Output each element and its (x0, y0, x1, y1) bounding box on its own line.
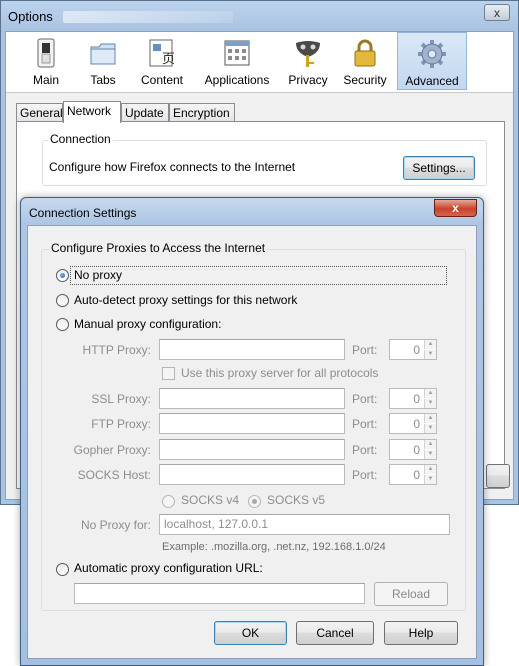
socks-v5-radio[interactable] (248, 495, 261, 508)
tab-update[interactable]: Update (121, 103, 169, 122)
connection-group: Connection Configure how Firefox connect… (42, 132, 487, 186)
connection-legend: Connection (48, 132, 113, 146)
spin-down-icon[interactable]: ▼ (424, 399, 436, 408)
toolbar-applications[interactable]: Applications (198, 32, 276, 90)
no-proxy-example: Example: .mozilla.org, .net.nz, 192.168.… (162, 541, 386, 553)
dialog-close-button[interactable]: x (434, 199, 477, 217)
settings-button[interactable]: Settings... (403, 156, 475, 180)
auto-config-url-radio[interactable] (56, 563, 69, 576)
socks-host-input[interactable] (159, 464, 345, 485)
socks-v4-radio[interactable] (162, 495, 175, 508)
help-button[interactable]: Help (384, 621, 458, 645)
no-proxy-radio[interactable] (56, 269, 69, 282)
mask-key-icon (296, 41, 320, 67)
hidden-panel-button[interactable] (486, 464, 510, 488)
toolbar-content-label: Content (140, 73, 184, 87)
toolbar-applications-label: Applications (204, 73, 270, 87)
padlock-icon (354, 39, 376, 67)
spin-up-icon[interactable]: ▲ (424, 340, 436, 349)
ok-button[interactable]: OK (214, 621, 287, 645)
spin-up-icon[interactable]: ▲ (424, 440, 436, 449)
http-port-value: 0 (413, 343, 420, 357)
auto-detect-radio[interactable] (56, 294, 69, 307)
toolbar-privacy-label: Privacy (288, 73, 328, 87)
auto-detect-label[interactable]: Auto-detect proxy settings for this netw… (74, 293, 297, 307)
ftp-port-stepper[interactable]: 0 ▲ ▼ (389, 413, 437, 434)
spin-up-icon[interactable]: ▲ (424, 465, 436, 474)
gopher-port-label: Port: (352, 443, 378, 457)
focus-indicator (70, 266, 447, 285)
spin-down-icon[interactable]: ▼ (424, 475, 436, 484)
auto-config-url-label[interactable]: Automatic proxy configuration URL: (74, 561, 263, 575)
spin-down-icon[interactable]: ▼ (424, 450, 436, 459)
manual-proxy-radio[interactable] (56, 318, 69, 331)
options-toolbar: Main Tabs 页 Content Applications Privacy… (6, 32, 513, 93)
gopher-port-stepper[interactable]: 0 ▲ ▼ (389, 439, 437, 460)
ssl-port-stepper[interactable]: 0 ▲ ▼ (389, 388, 437, 409)
ssl-port-label: Port: (352, 392, 378, 406)
folder-tabs-icon (90, 43, 116, 65)
tab-encryption[interactable]: Encryption (169, 103, 235, 122)
toolbar-privacy[interactable]: Privacy (284, 32, 332, 90)
use-same-proxy-label[interactable]: Use this proxy server for all protocols (181, 366, 378, 380)
proxy-group-legend: Configure Proxies to Access the Internet (49, 241, 268, 255)
svg-text:页: 页 (162, 52, 175, 67)
proxy-config-group: Configure Proxies to Access the Internet… (41, 241, 466, 611)
toolbar-advanced[interactable]: Advanced (397, 32, 467, 90)
tab-network[interactable]: Network (63, 101, 121, 123)
ssl-port-value: 0 (413, 392, 420, 406)
socks-v5-label[interactable]: SOCKS v5 (267, 493, 325, 507)
http-proxy-input[interactable] (159, 339, 345, 360)
spin-up-icon[interactable]: ▲ (424, 389, 436, 398)
use-same-proxy-checkbox[interactable] (162, 367, 175, 380)
connection-settings-dialog: Connection Settings x Configure Proxies … (20, 197, 484, 666)
ssl-proxy-label: SSL Proxy: (91, 392, 151, 406)
spin-down-icon[interactable]: ▼ (424, 424, 436, 433)
reload-button[interactable]: Reload (374, 582, 448, 606)
dialog-title: Connection Settings (29, 206, 137, 220)
toolbar-advanced-label: Advanced (405, 74, 459, 88)
toolbar-security-label: Security (343, 73, 387, 87)
toolbar-tabs-label: Tabs (90, 73, 116, 87)
options-window-title: Options (8, 9, 53, 24)
applications-window-icon (224, 40, 250, 66)
gopher-port-value: 0 (413, 443, 420, 457)
title-url-blur (63, 11, 233, 23)
socks-port-label: Port: (352, 468, 378, 482)
spin-up-icon[interactable]: ▲ (424, 414, 436, 423)
toolbar-content[interactable]: 页 Content (136, 32, 188, 90)
ftp-port-value: 0 (413, 417, 420, 431)
no-proxy-for-input[interactable]: localhost, 127.0.0.1 (159, 514, 450, 535)
gopher-proxy-label: Gopher Proxy: (73, 443, 151, 457)
auto-config-url-input[interactable] (74, 583, 365, 604)
socks-host-label: SOCKS Host: (77, 468, 151, 482)
connection-description: Configure how Firefox connects to the In… (49, 160, 296, 174)
options-close-button[interactable]: x (484, 4, 510, 21)
socks-port-value: 0 (413, 468, 420, 482)
socks-port-stepper[interactable]: 0 ▲ ▼ (389, 464, 437, 485)
toolbar-main-label: Main (32, 73, 59, 87)
http-port-label: Port: (352, 343, 378, 357)
toolbar-tabs[interactable]: Tabs (84, 32, 122, 90)
manual-proxy-label[interactable]: Manual proxy configuration: (74, 317, 221, 331)
dialog-client-area: Configure Proxies to Access the Internet… (27, 225, 477, 659)
toolbar-main[interactable]: Main (26, 32, 66, 90)
ftp-proxy-input[interactable] (159, 413, 345, 434)
tab-general[interactable]: General (16, 103, 63, 122)
http-proxy-label: HTTP Proxy: (82, 343, 151, 357)
switch-icon (37, 38, 55, 68)
ftp-port-label: Port: (352, 417, 378, 431)
content-page-icon: 页 (149, 39, 175, 67)
spin-down-icon[interactable]: ▼ (424, 350, 436, 359)
ssl-proxy-input[interactable] (159, 388, 345, 409)
ftp-proxy-label: FTP Proxy: (91, 417, 151, 431)
gopher-proxy-input[interactable] (159, 439, 345, 460)
gear-icon (418, 40, 446, 68)
http-port-stepper[interactable]: 0 ▲ ▼ (389, 339, 437, 360)
socks-v4-label[interactable]: SOCKS v4 (181, 493, 239, 507)
no-proxy-for-label: No Proxy for: (80, 518, 151, 532)
cancel-button[interactable]: Cancel (296, 621, 374, 645)
toolbar-security[interactable]: Security (340, 32, 390, 90)
no-proxy-label[interactable]: No proxy (74, 268, 122, 282)
